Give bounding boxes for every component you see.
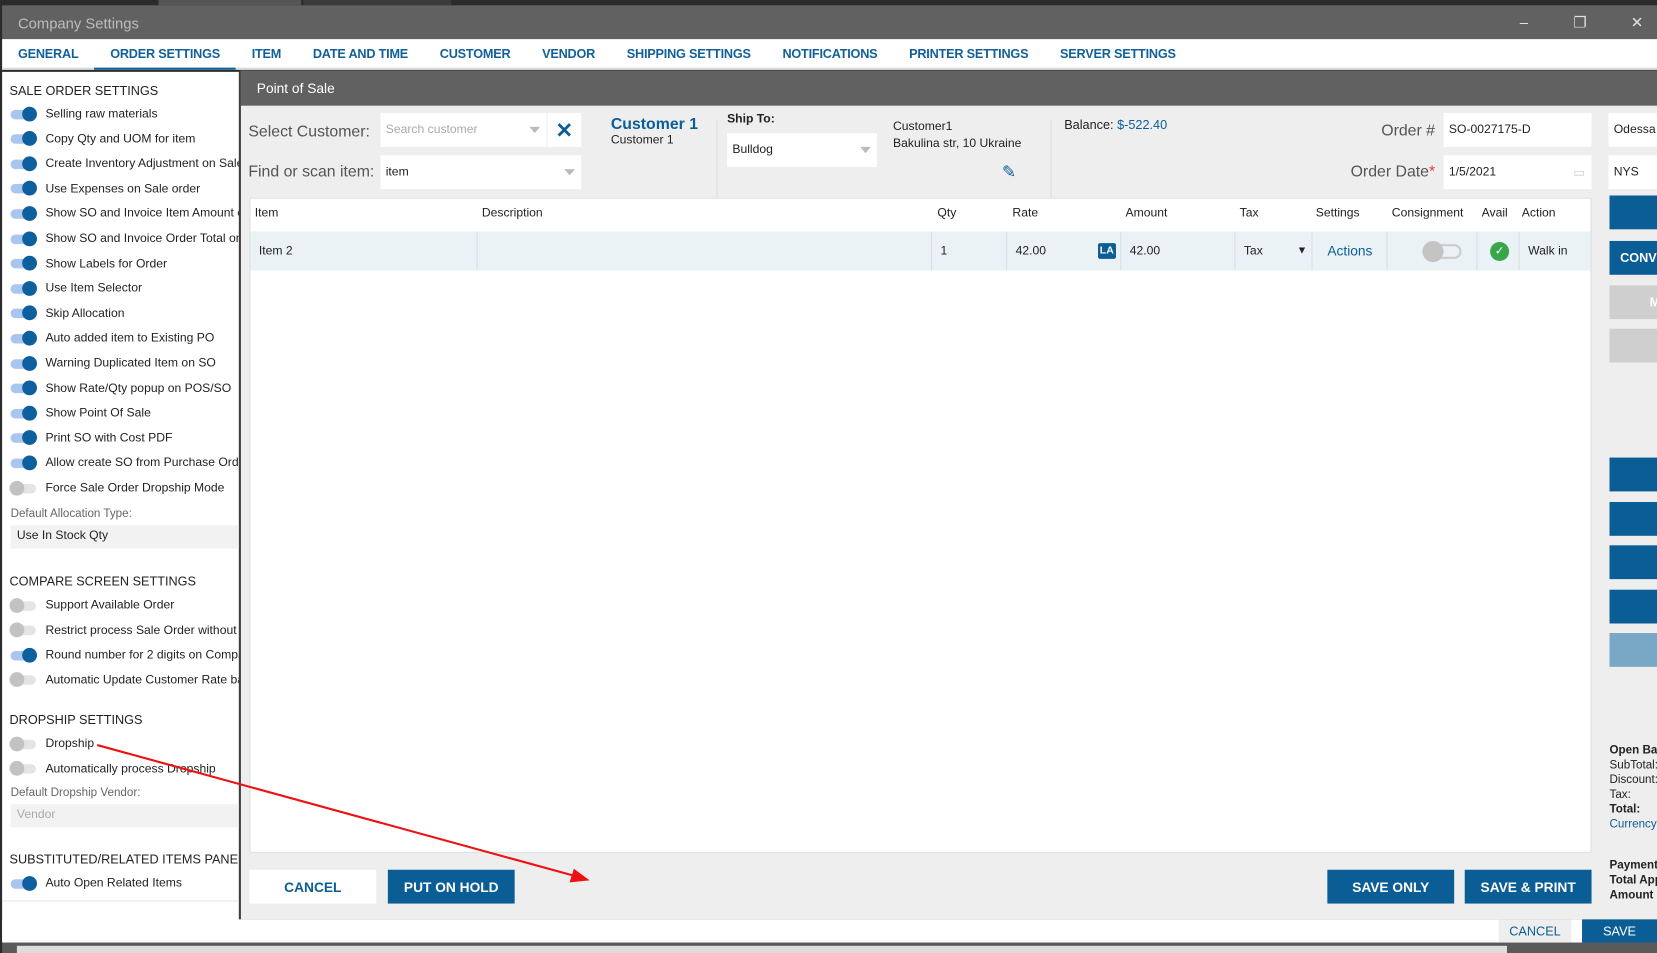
annotation-arrow <box>96 744 590 883</box>
